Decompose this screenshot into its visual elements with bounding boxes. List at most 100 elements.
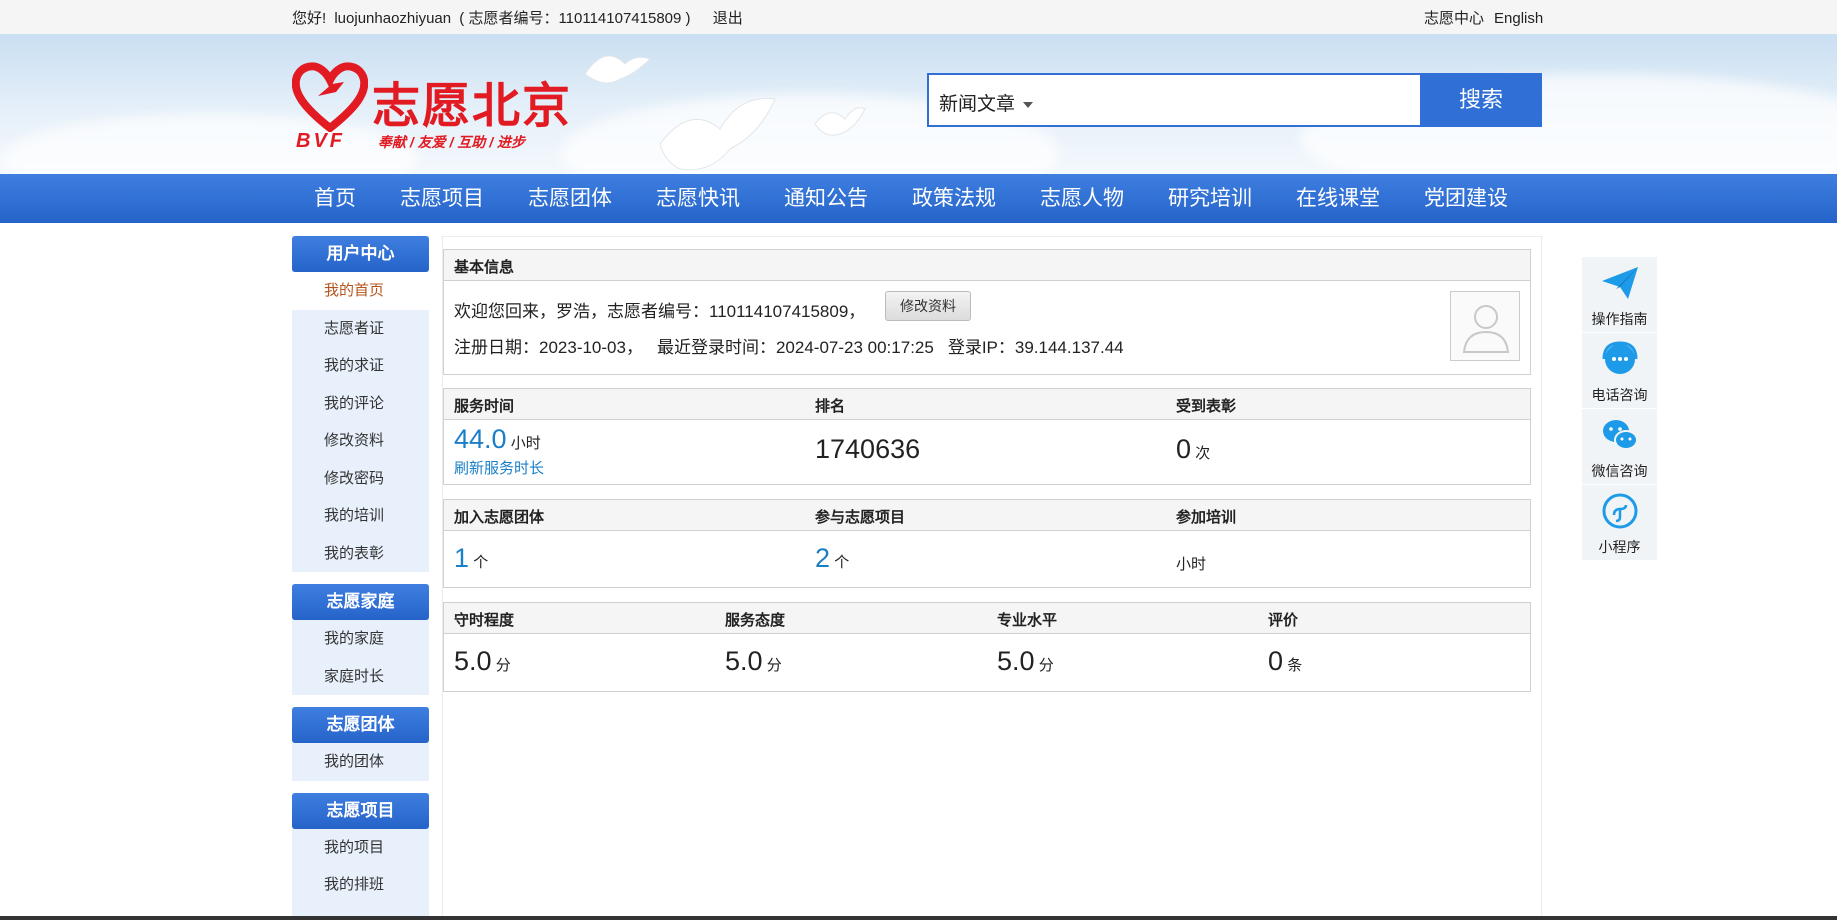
sidebar-heading-family: 志愿家庭 <box>292 584 429 620</box>
nav-research[interactable]: 研究培训 <box>1146 174 1274 223</box>
logo-text: 志愿北京 <box>372 78 573 134</box>
sidebar-item-my-comments[interactable]: 我的评论 <box>292 385 429 423</box>
search-category-select[interactable]: 新闻文章 <box>939 89 1034 116</box>
search-input[interactable] <box>1039 83 1339 119</box>
nav-people[interactable]: 志愿人物 <box>1018 174 1146 223</box>
rank-value: 1740636 <box>815 434 921 464</box>
sidebar-item-change-password[interactable]: 修改密码 <box>292 460 429 498</box>
mini-program-label: 小程序 <box>1598 539 1641 555</box>
sidebar-item-family-hours[interactable]: 家庭时长 <box>292 658 429 696</box>
paper-plane-icon <box>1602 267 1638 299</box>
nav-projects[interactable]: 志愿项目 <box>378 174 506 223</box>
honor-value: 0 <box>1176 434 1192 464</box>
login-info: 注册日期：2023-10-03， 最近登录时间：2024-07-23 00:17:… <box>454 333 1138 358</box>
sidebar-item-my-training[interactable]: 我的培训 <box>292 497 429 535</box>
search-button[interactable]: 搜索 <box>1420 73 1542 127</box>
logout-link[interactable]: 退出 <box>713 10 743 27</box>
punctual-label: 守时程度 <box>454 612 515 629</box>
search-category-label: 新闻文章 <box>939 94 1016 115</box>
floating-help-panel: 操作指南 电话咨询 微信咨询 小程序 <box>1582 257 1657 561</box>
username: luojunhaozhiyuan <box>334 10 452 27</box>
top-bar: 您好! luojunhaozhiyuan ( 志愿者编号：11011410741… <box>0 0 1837 34</box>
sidebar-item-my-verification[interactable]: 我的求证 <box>292 347 429 385</box>
last-login-time: 最近登录时间：2024-07-23 00:17:25 <box>656 338 934 357</box>
sidebar-item-my-family[interactable]: 我的家庭 <box>292 620 429 658</box>
logo-bvf: BVF <box>296 130 345 152</box>
headset-icon <box>1602 341 1638 374</box>
attitude-value: 5.0 <box>725 646 763 676</box>
rating-stats-box: 守时程度 服务态度 专业水平 评价 5.0 分 5.0 分 5.0 分 0 条 <box>443 602 1531 692</box>
wechat-icon <box>1603 420 1638 450</box>
service-time-label: 服务时间 <box>454 398 515 415</box>
service-stats-box: 服务时间 排名 受到表彰 44.0 小时 刷新服务时长 1740636 0 次 <box>443 388 1531 485</box>
honor-label: 受到表彰 <box>1176 398 1237 415</box>
sidebar-item-my-projects[interactable]: 我的项目 <box>292 829 429 867</box>
honor-stat: 0 次 <box>1176 434 1210 465</box>
edit-profile-button[interactable]: 修改资料 <box>885 291 971 321</box>
sidebar-heading-project: 志愿项目 <box>292 792 429 829</box>
nav-party[interactable]: 党团建设 <box>1402 174 1530 223</box>
sidebar-item-my-honors[interactable]: 我的表彰 <box>292 535 429 573</box>
nav-notices[interactable]: 通知公告 <box>762 174 890 223</box>
service-time-value: 44.0 <box>454 424 507 454</box>
team-joined-value: 1 <box>454 543 470 573</box>
dove-image <box>584 55 651 84</box>
nav-policies[interactable]: 政策法规 <box>890 174 1018 223</box>
main-panel: 基本信息 欢迎您回来，罗浩，志愿者编号：110114107415809， 修改资… <box>442 236 1542 920</box>
sidebar-gap <box>292 572 429 584</box>
punctual-value: 5.0 <box>454 646 492 676</box>
sidebar-item-my-home[interactable]: 我的首页 <box>292 272 429 310</box>
dove-image <box>814 107 866 136</box>
service-time-unit: 小时 <box>510 435 541 452</box>
attitude-stat: 5.0 分 <box>725 646 782 677</box>
basic-info-box: 基本信息 欢迎您回来，罗浩，志愿者编号：110114107415809， 修改资… <box>443 249 1531 375</box>
user-placeholder-icon <box>1462 305 1510 353</box>
refresh-service-hours-link[interactable]: 刷新服务时长 <box>454 457 544 478</box>
sidebar-gap <box>292 695 429 707</box>
phone-consult-button[interactable]: 电话咨询 <box>1582 333 1657 409</box>
mini-program-button[interactable]: 小程序 <box>1582 485 1657 561</box>
sidebar-heading-team: 志愿团体 <box>292 707 429 743</box>
bottom-border <box>0 916 1837 920</box>
professional-unit: 分 <box>1038 657 1054 674</box>
service-time-stat: 44.0 小时 <box>454 424 541 455</box>
dove-image <box>659 97 776 171</box>
attitude-unit: 分 <box>766 657 782 674</box>
review-unit: 条 <box>1287 657 1303 674</box>
greeting-text: 您好! <box>292 10 327 27</box>
nav-home[interactable]: 首页 <box>292 174 378 223</box>
sidebar-item-my-schedule[interactable]: 我的排班 <box>292 866 429 904</box>
volunteer-number: ( 志愿者编号：110114107415809 ) <box>459 10 691 27</box>
header-banner: 志愿北京 BVF 奉献 / 友爱 / 互助 / 进步 新闻文章 搜索 <box>0 34 1837 174</box>
project-joined-label: 参与志愿项目 <box>815 509 906 526</box>
volunteer-center-link[interactable]: 志愿中心 <box>1424 10 1484 27</box>
register-date: 注册日期：2023-10-03， <box>454 338 643 357</box>
site-logo[interactable]: 志愿北京 BVF 奉献 / 友爱 / 互助 / 进步 <box>292 60 572 152</box>
sidebar-item-volunteer-card[interactable]: 志愿者证 <box>292 310 429 348</box>
professional-value: 5.0 <box>997 646 1035 676</box>
nav-online-class[interactable]: 在线课堂 <box>1274 174 1402 223</box>
logo-slogan: 奉献 / 友爱 / 互助 / 进步 <box>378 134 526 150</box>
mini-program-icon <box>1602 493 1638 529</box>
operation-guide-button[interactable]: 操作指南 <box>1582 257 1657 333</box>
sidebar-heading-user-center: 用户中心 <box>292 236 429 272</box>
sidebar-item-my-team[interactable]: 我的团体 <box>292 743 429 781</box>
top-right-links: 志愿中心 English <box>1424 7 1553 28</box>
english-link[interactable]: English <box>1494 10 1543 27</box>
project-joined-stat: 2 个 <box>815 543 849 574</box>
user-greeting: 您好! luojunhaozhiyuan ( 志愿者编号：11011410741… <box>292 7 747 28</box>
punctual-stat: 5.0 分 <box>454 646 511 677</box>
review-value: 0 <box>1268 646 1284 676</box>
wechat-consult-button[interactable]: 微信咨询 <box>1582 409 1657 485</box>
heart-hand-icon <box>292 62 368 132</box>
nav-teams[interactable]: 志愿团体 <box>506 174 634 223</box>
rank-label: 排名 <box>815 398 846 415</box>
attitude-label: 服务态度 <box>725 612 786 629</box>
nav-news[interactable]: 志愿快讯 <box>634 174 762 223</box>
search-box: 新闻文章 搜索 <box>927 73 1542 127</box>
punctual-unit: 分 <box>495 657 511 674</box>
login-ip: 登录IP：39.144.137.44 <box>947 338 1124 357</box>
avatar[interactable] <box>1450 291 1520 361</box>
team-joined-unit: 个 <box>473 554 489 571</box>
sidebar-item-edit-profile[interactable]: 修改资料 <box>292 422 429 460</box>
